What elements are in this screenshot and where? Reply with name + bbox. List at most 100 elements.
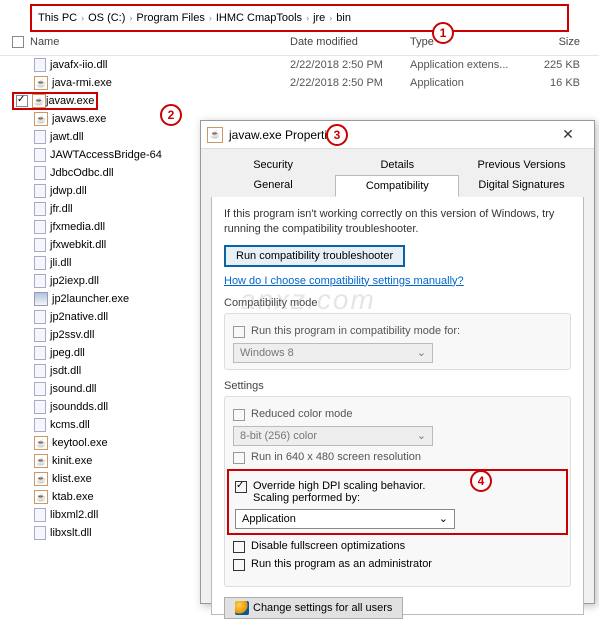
file-name: java-rmi.exe bbox=[52, 77, 112, 89]
settings-group: Reduced color mode 8-bit (256) color⌄ Ru… bbox=[224, 396, 571, 587]
close-icon[interactable]: ✕ bbox=[548, 126, 588, 143]
chevron-right-icon: › bbox=[81, 13, 84, 23]
file-name: JdbcOdbc.dll bbox=[50, 167, 114, 179]
chevron-right-icon: › bbox=[209, 13, 212, 23]
tab-previous-versions[interactable]: Previous Versions bbox=[459, 155, 583, 175]
file-name: jsdt.dll bbox=[50, 365, 81, 377]
dialog-title: javaw.exe Properties bbox=[229, 128, 548, 142]
file-name: javafx-iio.dll bbox=[50, 59, 107, 71]
file-name: keytool.exe bbox=[52, 437, 108, 449]
file-name: javaws.exe bbox=[52, 113, 106, 125]
tab-general[interactable]: General bbox=[211, 175, 335, 197]
dll-icon bbox=[34, 166, 46, 180]
compat-mode-label: Compatibility mode bbox=[224, 297, 571, 309]
dpi-override-highlight: Override high DPI scaling behavior.Scali… bbox=[227, 469, 568, 535]
column-size[interactable]: Size bbox=[520, 36, 580, 51]
change-all-users-button[interactable]: Change settings for all users bbox=[224, 597, 403, 619]
select-all-checkbox[interactable] bbox=[12, 36, 24, 48]
dialog-titlebar[interactable]: ☕ javaw.exe Properties ✕ bbox=[201, 121, 594, 149]
tab-body: If this program isn't working correctly … bbox=[211, 197, 584, 615]
run-as-admin-checkbox[interactable]: Run this program as an administrator bbox=[233, 558, 562, 571]
file-name: libxml2.dll bbox=[50, 509, 98, 521]
disable-fullscreen-checkbox[interactable]: Disable fullscreen optimizations bbox=[233, 540, 562, 553]
tab-strip: Security Details Previous Versions Gener… bbox=[201, 149, 594, 197]
chevron-right-icon: › bbox=[306, 13, 309, 23]
dll-icon bbox=[34, 508, 46, 522]
file-name: JAWTAccessBridge-64 bbox=[50, 149, 162, 161]
file-name: libxslt.dll bbox=[50, 527, 92, 539]
color-depth-combo: 8-bit (256) color⌄ bbox=[233, 426, 433, 446]
compat-os-combo: Windows 8⌄ bbox=[233, 343, 433, 363]
chevron-down-icon: ⌄ bbox=[439, 512, 448, 525]
dll-icon bbox=[34, 400, 46, 414]
callout-4: 4 bbox=[470, 470, 492, 492]
file-name: jdwp.dll bbox=[50, 185, 87, 197]
file-name: klist.exe bbox=[52, 473, 92, 485]
file-name: jsound.dll bbox=[50, 383, 96, 395]
compat-description: If this program isn't working correctly … bbox=[224, 207, 571, 237]
crumb[interactable]: Program Files bbox=[136, 12, 204, 24]
breadcrumb[interactable]: This PC › OS (C:) › Program Files › IHMC Cm… bbox=[30, 4, 569, 32]
chevron-down-icon: ⌄ bbox=[417, 346, 426, 359]
manual-settings-link[interactable]: How do I choose compatibility settings m… bbox=[224, 275, 571, 287]
file-name: jli.dll bbox=[50, 257, 71, 269]
file-size: 225 KB bbox=[520, 59, 580, 71]
file-row-selected[interactable]: ☕ javaw.exe bbox=[0, 92, 599, 110]
dll-icon bbox=[34, 202, 46, 216]
tab-compatibility[interactable]: Compatibility bbox=[335, 175, 459, 197]
file-type: Application extens... bbox=[410, 59, 520, 71]
dpi-scaling-combo[interactable]: Application⌄ bbox=[235, 509, 455, 529]
file-name: jsoundds.dll bbox=[50, 401, 108, 413]
column-type[interactable]: Type bbox=[410, 36, 520, 51]
compat-mode-group: Run this program in compatibility mode f… bbox=[224, 313, 571, 370]
file-name: kcms.dll bbox=[50, 419, 90, 431]
dll-icon bbox=[34, 220, 46, 234]
tab-security[interactable]: Security bbox=[211, 155, 335, 175]
file-name: javaw.exe bbox=[46, 95, 94, 107]
chevron-right-icon: › bbox=[329, 13, 332, 23]
dll-icon bbox=[34, 274, 46, 288]
file-name: jfxmedia.dll bbox=[50, 221, 105, 233]
file-date: 2/22/2018 2:50 PM bbox=[290, 59, 410, 71]
chevron-right-icon: › bbox=[129, 13, 132, 23]
column-name[interactable]: Name bbox=[30, 36, 290, 51]
file-date: 2/22/2018 2:50 PM bbox=[290, 77, 410, 89]
java-icon: ☕ bbox=[32, 94, 46, 108]
java-icon: ☕ bbox=[34, 472, 48, 486]
dll-icon bbox=[34, 238, 46, 252]
compat-mode-checkbox[interactable]: Run this program in compatibility mode f… bbox=[233, 325, 562, 338]
dll-icon bbox=[34, 382, 46, 396]
crumb[interactable]: bin bbox=[336, 12, 351, 24]
file-row[interactable]: javafx-iio.dll 2/22/2018 2:50 PM Applica… bbox=[0, 56, 599, 74]
callout-3: 3 bbox=[326, 124, 348, 146]
properties-dialog: ☕ javaw.exe Properties ✕ Security Detail… bbox=[200, 120, 595, 604]
crumb[interactable]: IHMC CmapTools bbox=[216, 12, 302, 24]
dll-icon bbox=[34, 148, 46, 162]
file-name: jfxwebkit.dll bbox=[50, 239, 106, 251]
tab-details[interactable]: Details bbox=[335, 155, 459, 175]
run-troubleshooter-button[interactable]: Run compatibility troubleshooter bbox=[224, 245, 405, 267]
crumb[interactable]: jre bbox=[313, 12, 325, 24]
exe-icon bbox=[34, 292, 48, 306]
crumb[interactable]: OS (C:) bbox=[88, 12, 125, 24]
dll-icon bbox=[34, 346, 46, 360]
file-row[interactable]: ☕java-rmi.exe 2/22/2018 2:50 PM Applicat… bbox=[0, 74, 599, 92]
java-icon: ☕ bbox=[34, 454, 48, 468]
tab-digital-signatures[interactable]: Digital Signatures bbox=[459, 175, 583, 197]
run-640x480-checkbox[interactable]: Run in 640 x 480 screen resolution bbox=[233, 451, 562, 464]
dll-icon bbox=[34, 58, 46, 72]
dll-icon bbox=[34, 364, 46, 378]
reduced-color-checkbox[interactable]: Reduced color mode bbox=[233, 408, 562, 421]
file-name: kinit.exe bbox=[52, 455, 92, 467]
java-icon: ☕ bbox=[34, 436, 48, 450]
column-date[interactable]: Date modified bbox=[290, 36, 410, 51]
override-dpi-checkbox[interactable]: Override high DPI scaling behavior.Scali… bbox=[235, 480, 560, 504]
java-icon: ☕ bbox=[34, 490, 48, 504]
dll-icon bbox=[34, 418, 46, 432]
dll-icon bbox=[34, 130, 46, 144]
callout-1: 1 bbox=[432, 22, 454, 44]
file-checkbox[interactable] bbox=[16, 95, 28, 107]
crumb[interactable]: This PC bbox=[38, 12, 77, 24]
selection-highlight: ☕ javaw.exe bbox=[12, 92, 98, 110]
dll-icon bbox=[34, 184, 46, 198]
